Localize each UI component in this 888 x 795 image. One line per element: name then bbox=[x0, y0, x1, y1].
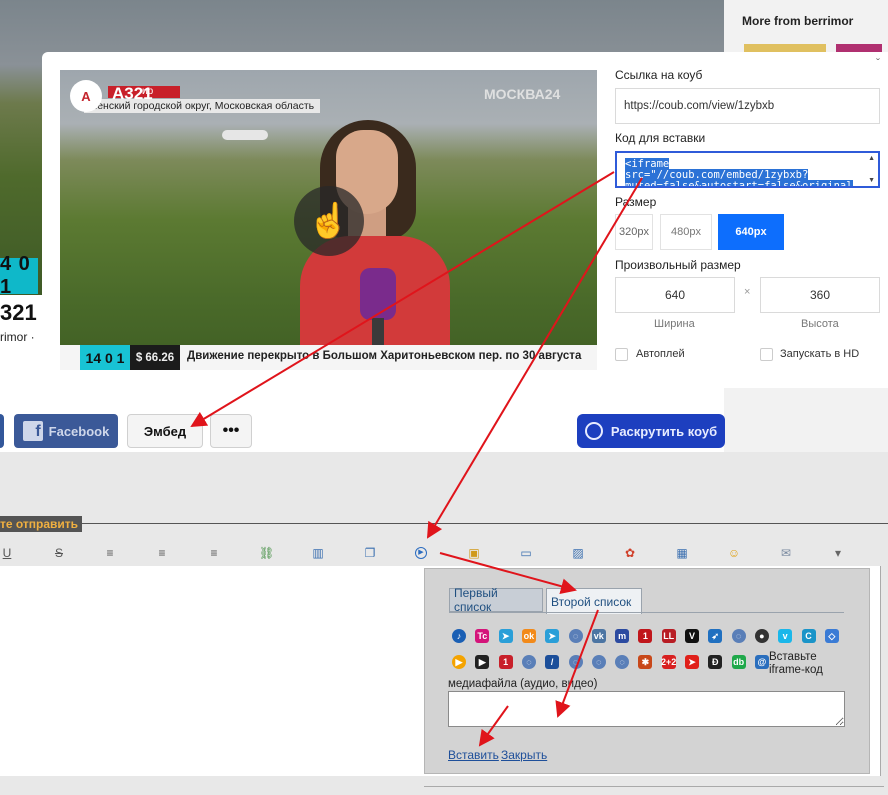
annotation-arrow bbox=[190, 171, 615, 428]
annotation-arrow bbox=[478, 705, 509, 747]
annotation-arrows bbox=[190, 171, 643, 747]
annotation-arrow bbox=[555, 609, 599, 718]
annotation-arrow bbox=[426, 177, 643, 539]
annotation-arrow bbox=[439, 552, 577, 595]
